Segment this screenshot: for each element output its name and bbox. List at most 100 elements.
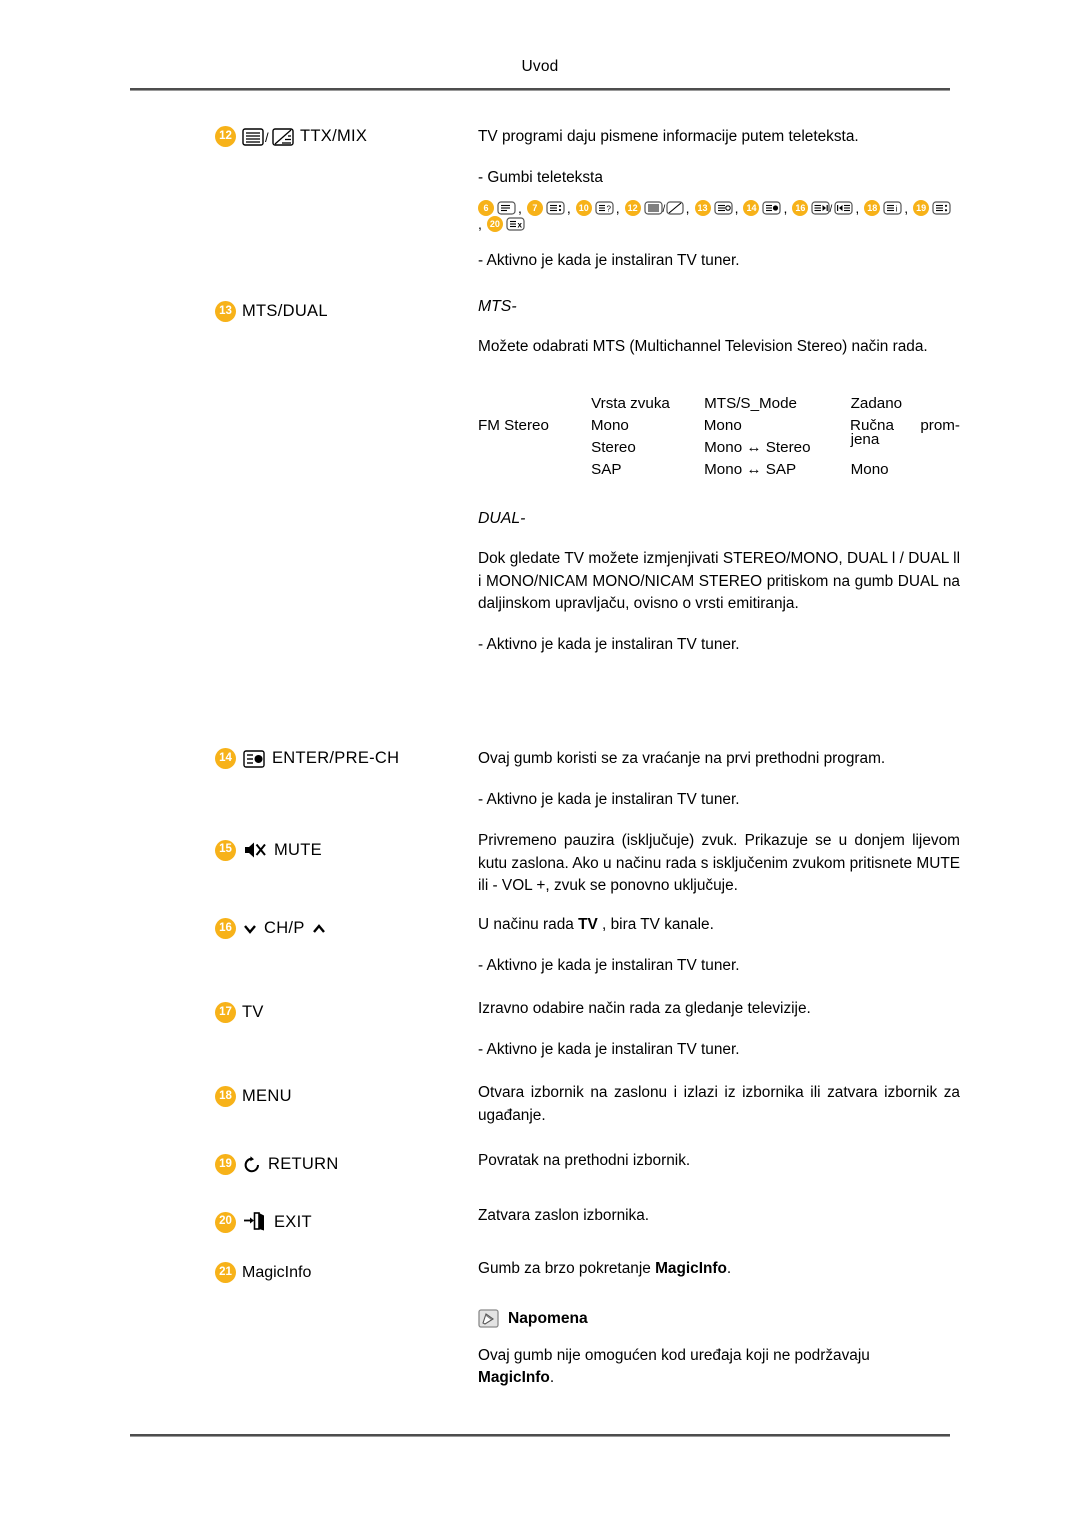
svg-text:i: i: [896, 205, 898, 214]
badge-number: 15: [215, 839, 236, 861]
button-identifier-tv: 17 TV: [215, 1002, 485, 1023]
button-identifier-ttx-mix: 12 / TTX/MIX: [215, 126, 485, 147]
description-tv: Izravno odabire način rada za gledanje t…: [478, 998, 960, 1061]
page-title: Uvod: [521, 58, 559, 75]
badge-number: 19: [913, 200, 930, 217]
button-identifier-magicinfo: 21 MagicInfo: [215, 1262, 485, 1283]
button-label: CH/P: [264, 919, 305, 937]
badge-number: 12: [215, 126, 236, 147]
teletext-button-entry: 10 ?: [575, 200, 614, 217]
separator: ,: [478, 216, 482, 233]
badge-number: 13: [694, 200, 711, 217]
button-label: ENTER/PRE-CH: [272, 749, 400, 767]
teletext-button-entry: 18 i: [864, 200, 902, 217]
button-label: EXIT: [274, 1212, 312, 1231]
description-mute: Privremeno pauzira (isključuje) zvuk. Pr…: [478, 830, 960, 898]
teletext-info-icon: i: [883, 201, 902, 215]
teletext-button-entry: 13: [694, 200, 733, 217]
svg-text:/: /: [830, 204, 833, 215]
description-ttx-mix: TV programi daju pismene informacije put…: [478, 126, 960, 273]
description-return: Povratak na prethodni izbornik.: [478, 1150, 960, 1173]
description-line: Ovaj gumb koristi se za vraćanje na prvi…: [478, 750, 886, 767]
teletext-subpage-icon: [762, 201, 782, 215]
teletext-button-entry: 20 x: [486, 216, 525, 233]
channel-up-icon: [311, 921, 327, 937]
teletext-hold-icon: [713, 201, 733, 215]
teletext-mix-icon: /: [644, 201, 684, 215]
mts-mode-table: Vrsta zvuka MTS/S_Mode Zadano FM Stereo …: [478, 393, 960, 481]
description-channel: U načinu rada TV , bira TV kanale. - Akt…: [478, 914, 960, 977]
description-line: - Aktivno je kada je instaliran TV tuner…: [478, 956, 740, 974]
separator: ,: [783, 200, 788, 217]
table-cell: Mono: [703, 416, 742, 434]
badge-number: 13: [215, 301, 236, 322]
description-line: Izravno odabire način rada za gledanje t…: [478, 1000, 811, 1017]
description-mts-dual: MTS- Možete odabrati MTS (Multichannel T…: [478, 295, 960, 657]
separator: ,: [904, 200, 909, 217]
button-identifier-return: 19 RETURN: [215, 1154, 485, 1175]
teletext-button-entry: 6: [478, 200, 516, 217]
description-line: - Aktivno je kada je instaliran TV tuner…: [478, 1040, 740, 1058]
note-body: Ovaj gumb nije omogućen kod uređaja koji…: [478, 1345, 960, 1390]
note-header: Napomena: [478, 1308, 960, 1329]
exit-door-icon: [242, 1211, 268, 1233]
description-part-bold: TV: [578, 916, 598, 933]
badge-number: 20: [486, 216, 503, 233]
description-line: Otvara izbornik na zaslonu i izlazi iz i…: [478, 1084, 960, 1124]
button-label: MUTE: [274, 840, 322, 859]
table-cell: SAP: [591, 460, 622, 478]
header-rule: [130, 88, 950, 91]
description-line: Gumb za brzo pokretanje MagicInfo.: [478, 1258, 960, 1281]
badge-number: 12: [624, 200, 641, 217]
teletext-index-icon: [497, 201, 516, 215]
badge-number: 20: [215, 1211, 236, 1233]
button-label: MTS/DUAL: [242, 302, 328, 320]
table-cell: Stereo: [591, 438, 636, 456]
badge-number: 16: [792, 200, 809, 217]
table-cell: MTS/S_Mode: [704, 394, 798, 412]
badge-number: 6: [478, 200, 494, 217]
description-menu: Otvara izbornik na zaslonu i izlazi iz i…: [478, 1082, 960, 1127]
table-cell: Mono ↔ SAP: [704, 460, 797, 478]
badge-number: 17: [215, 1002, 236, 1023]
badge-number: 16: [215, 918, 236, 939]
description-line: Možete odabrati MTS (Multichannel Televi…: [478, 338, 928, 356]
table-cell: jena: [850, 430, 880, 448]
channel-down-icon: [242, 921, 258, 937]
button-label: TV: [242, 1003, 264, 1021]
separator: ,: [685, 200, 690, 217]
table-cell: Mono: [850, 460, 889, 478]
description-part-bold: MagicInfo: [655, 1260, 727, 1277]
teletext-button-entry: 19: [913, 200, 951, 217]
badge-number: 10: [575, 200, 592, 217]
svg-text:/: /: [662, 204, 665, 215]
description-part: Gumb za brzo pokretanje: [478, 1260, 656, 1277]
description-part: U načinu rada: [478, 916, 579, 933]
section-title-dual: DUAL-: [478, 509, 526, 527]
teletext-cancel-icon: x: [506, 217, 525, 231]
footer-rule: [130, 1434, 950, 1437]
badge-number: 14: [215, 748, 236, 769]
mute-icon: [242, 839, 268, 861]
description-line: U načinu rada TV , bira TV kanale.: [478, 914, 960, 937]
description-enter-prech: Ovaj gumb koristi se za vraćanje na prvi…: [478, 748, 960, 811]
separator: ,: [734, 200, 739, 217]
description-part: , bira TV kanale.: [597, 916, 714, 933]
manual-page: Uvod 12 / TTX/MIX TV programi daju pisme…: [0, 0, 1080, 1527]
note-body-part-bold: MagicInfo: [478, 1369, 550, 1387]
table-row: Stereo Mono ↔ Stereo jena: [478, 431, 960, 459]
note-body-part: .: [549, 1369, 555, 1387]
teletext-button-entry: 16 /: [792, 200, 853, 217]
badge-number: 18: [215, 1086, 236, 1107]
badge-number: 19: [215, 1154, 236, 1175]
description-exit: Zatvara zaslon izbornika.: [478, 1205, 960, 1228]
button-label: MagicInfo: [242, 1263, 312, 1281]
separator: ,: [615, 200, 620, 217]
table-row: SAP Mono ↔ SAP Mono: [478, 459, 960, 481]
badge-number: 7: [526, 200, 543, 217]
button-label: TTX/MIX: [300, 127, 368, 145]
button-identifier-enter-prech: 14 ENTER/PRE-CH: [215, 748, 485, 769]
description-magicinfo: Gumb za brzo pokretanje MagicInfo. Napom…: [478, 1258, 960, 1390]
separator: ,: [855, 200, 860, 217]
teletext-button-entry: 12 /: [624, 200, 684, 217]
